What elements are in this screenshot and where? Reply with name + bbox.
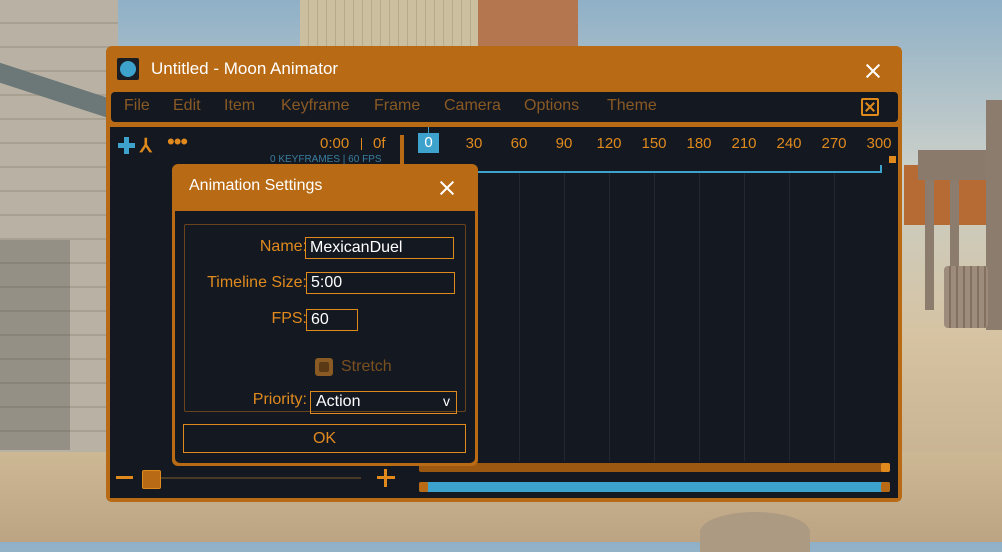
timeline-tick: 60 [510,135,528,152]
rig-icon[interactable]: ⅄ [140,135,152,158]
zoom-slider-track[interactable] [153,477,361,479]
fps-input[interactable] [306,309,358,331]
close-panel-icon[interactable] [861,98,879,116]
timeline-scrollbar[interactable] [419,463,890,472]
background-building [478,0,578,46]
menu-keyframe[interactable]: Keyframe [281,97,349,115]
add-item-icon[interactable] [118,137,135,154]
menu-theme[interactable]: Theme [607,97,657,115]
timeline-tick: 150 [641,135,667,152]
grid-line [744,173,745,461]
background-post [925,180,934,310]
time-readout: 0:00 [320,135,350,152]
dialog-body: Name: Timeline Size: FPS: Stretch Priori… [175,211,475,463]
timeline-tick: 300 [866,135,892,152]
grid-line [519,173,520,461]
fps-label: FPS: [271,310,307,327]
timeline-tick: 210 [731,135,757,152]
dialog-title: Animation Settings [189,177,323,194]
timeline-tick: 30 [465,135,483,152]
background-barrel [944,266,988,328]
timeline-tick: 270 [821,135,847,152]
dialog-close-icon[interactable] [438,179,456,197]
menu-camera[interactable]: Camera [444,97,501,115]
window-titlebar[interactable]: Untitled - Moon Animator [106,46,902,92]
timeline-tick: 180 [686,135,712,152]
stretch-label: Stretch [341,358,392,375]
priority-select[interactable]: Action v [310,391,457,414]
timeline-size-input[interactable] [306,272,455,294]
settings-fields: Name: Timeline Size: FPS: Stretch Priori… [184,224,466,414]
timeline-track-line [470,171,882,173]
grid-line [609,173,610,461]
grid-line [789,173,790,461]
zoom-slider-handle[interactable] [142,470,161,489]
background-shadow [0,240,70,450]
more-icon[interactable]: ••• [167,131,188,153]
moon-icon [117,58,139,80]
zoom-out-icon[interactable] [116,476,133,479]
chevron-down-icon: v [443,393,450,409]
zoom-in-icon[interactable] [377,469,395,487]
timeline-tick: 240 [776,135,802,152]
name-input[interactable] [305,237,454,259]
frame-readout: 0f [373,135,386,152]
grid-line [699,173,700,461]
menu-options[interactable]: Options [524,97,579,115]
background-bush [700,512,810,552]
grid-line [834,173,835,461]
ok-button[interactable]: OK [183,424,466,453]
timeline-range-bar[interactable] [419,482,890,492]
timeline-size-label: Timeline Size: [207,274,307,291]
menu-edit[interactable]: Edit [173,97,201,115]
timeline-track-end [880,165,882,172]
grid-line [654,173,655,461]
timeline-end-marker[interactable] [889,156,896,163]
timeline-tick: 120 [596,135,622,152]
menu-item[interactable]: Item [224,97,255,115]
window-close-icon[interactable] [864,62,882,80]
stretch-checkbox[interactable] [315,358,333,376]
menu-frame[interactable]: Frame [374,97,420,115]
menu-bar: File Edit Item Keyframe Frame Camera Opt… [111,92,898,122]
name-label: Name: [259,238,307,255]
animation-settings-dialog: Animation Settings Name: Timeline Size: … [172,164,478,466]
readout-separator [361,138,362,150]
priority-label: Priority: [252,391,307,408]
background-post [986,100,1002,330]
panel-divider[interactable] [400,135,404,167]
timeline-tick: 90 [555,135,573,152]
priority-value: Action [316,393,361,410]
menu-file[interactable]: File [124,97,150,115]
background-roof [300,0,500,46]
grid-line [564,173,565,461]
window-title: Untitled - Moon Animator [151,59,339,78]
timeline-tick-current[interactable]: 0 [418,133,439,153]
